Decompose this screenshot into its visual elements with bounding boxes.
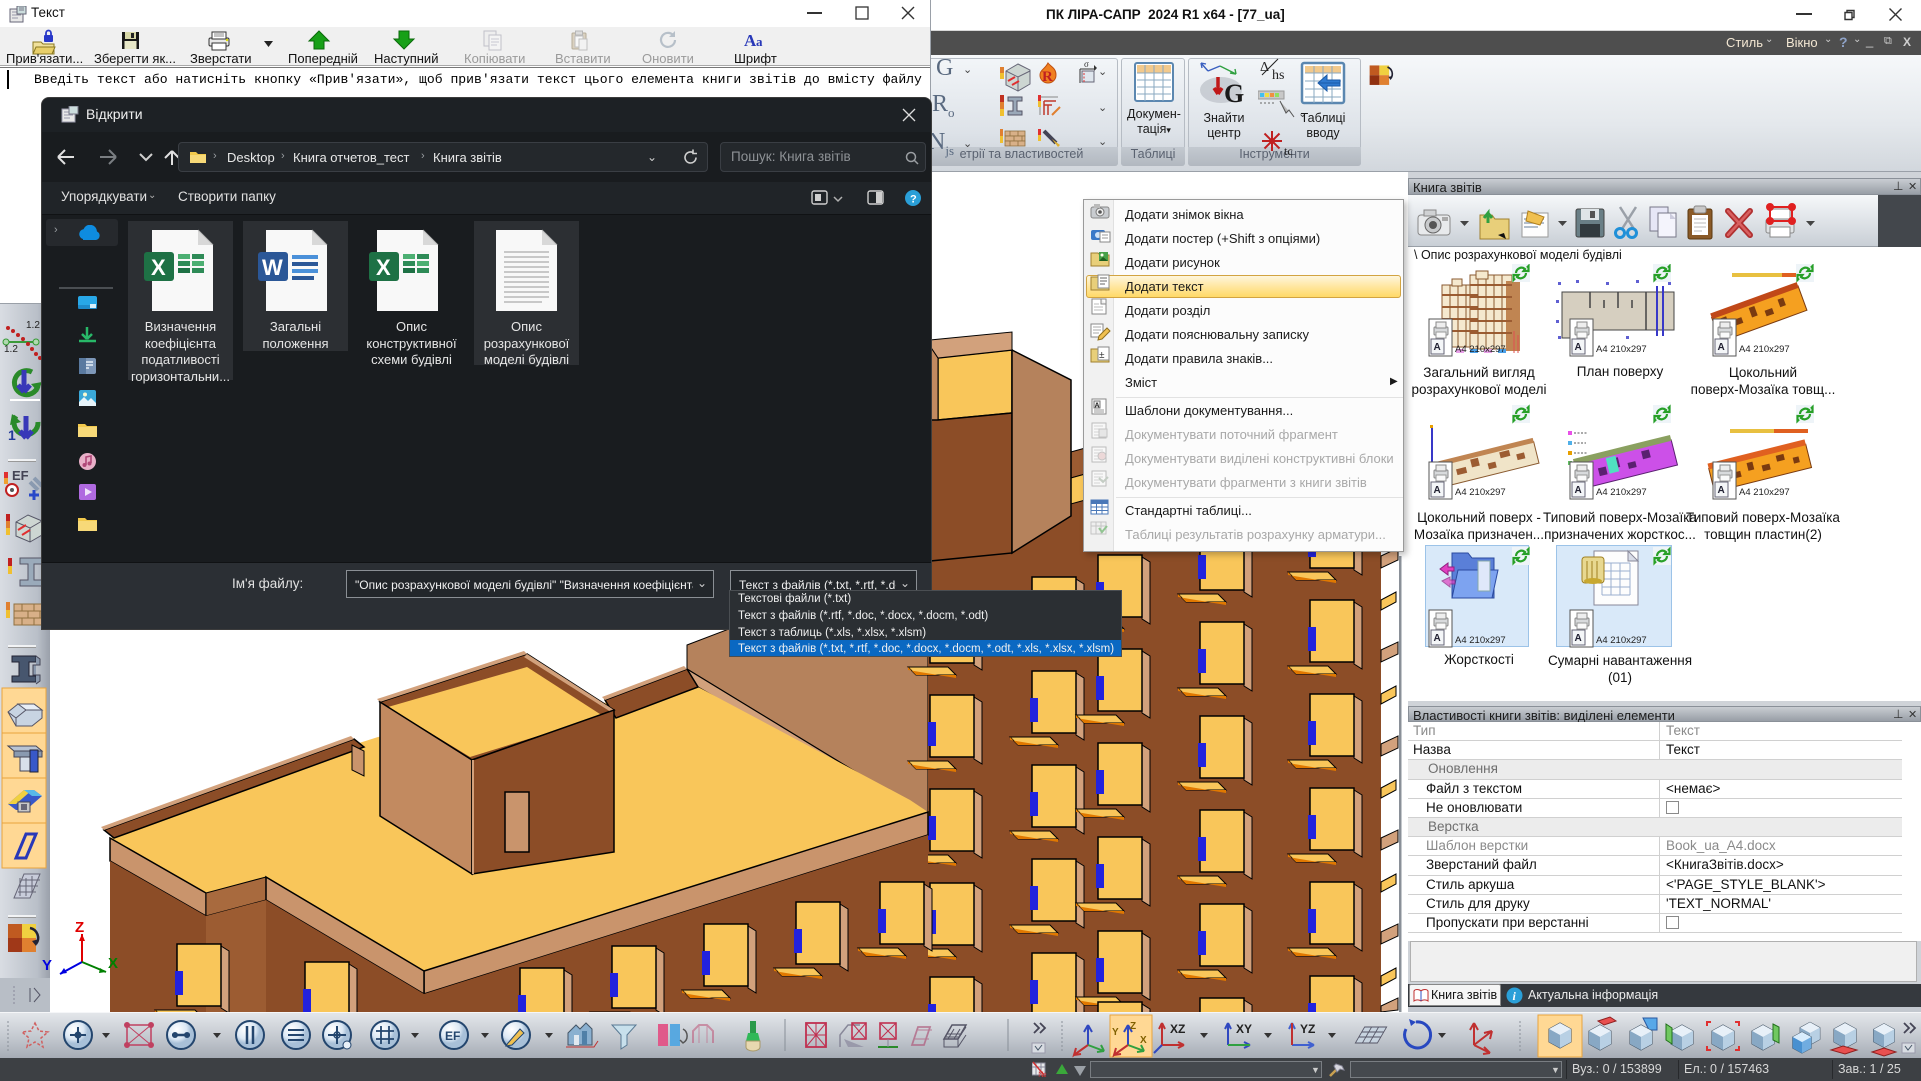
svg-text:⌄: ⌄	[1098, 66, 1107, 78]
svg-text:A: A	[1095, 403, 1100, 410]
svg-text:XY: XY	[1236, 1022, 1252, 1036]
svg-text:№: №	[1038, 1070, 1047, 1079]
svg-text:EF: EF	[12, 468, 29, 483]
svg-text:Z: Z	[1130, 1021, 1136, 1032]
svg-text:A4 210x297: A4 210x297	[1596, 635, 1647, 646]
svg-text:A4 210x297: A4 210x297	[1455, 344, 1506, 355]
svg-text:A4 210x297: A4 210x297	[1596, 344, 1647, 355]
svg-text:A4 210x297: A4 210x297	[1739, 487, 1790, 498]
svg-text:⌄: ⌄	[1098, 136, 1107, 148]
svg-text:X: X	[1140, 1035, 1147, 1046]
svg-text:XZ: XZ	[1170, 1022, 1185, 1036]
svg-text:?: ?	[910, 194, 917, 206]
svg-text:YZ: YZ	[1300, 1022, 1315, 1036]
svg-text:Y: Y	[1112, 1027, 1119, 1038]
svg-text:σ: σ	[1084, 59, 1089, 69]
svg-text:⌄: ⌄	[1098, 102, 1107, 114]
svg-text:A4 210x297: A4 210x297	[1596, 487, 1647, 498]
svg-text:tc: tc	[1284, 144, 1293, 158]
svg-text:±: ±	[1099, 350, 1105, 361]
svg-text:1.2: 1.2	[26, 320, 40, 331]
svg-text:hs: hs	[1272, 68, 1284, 83]
svg-text:a: a	[756, 34, 763, 49]
svg-text:A4 210x297: A4 210x297	[1455, 487, 1506, 498]
svg-text:G: G	[1224, 79, 1244, 108]
svg-text:1: 1	[8, 427, 16, 443]
svg-text:A4 210x297: A4 210x297	[1455, 635, 1506, 646]
svg-text:EF: EF	[445, 1029, 460, 1043]
svg-text:R: R	[1042, 69, 1053, 85]
svg-text:1.2: 1.2	[4, 344, 18, 355]
svg-text:A4 210x297: A4 210x297	[1739, 344, 1790, 355]
